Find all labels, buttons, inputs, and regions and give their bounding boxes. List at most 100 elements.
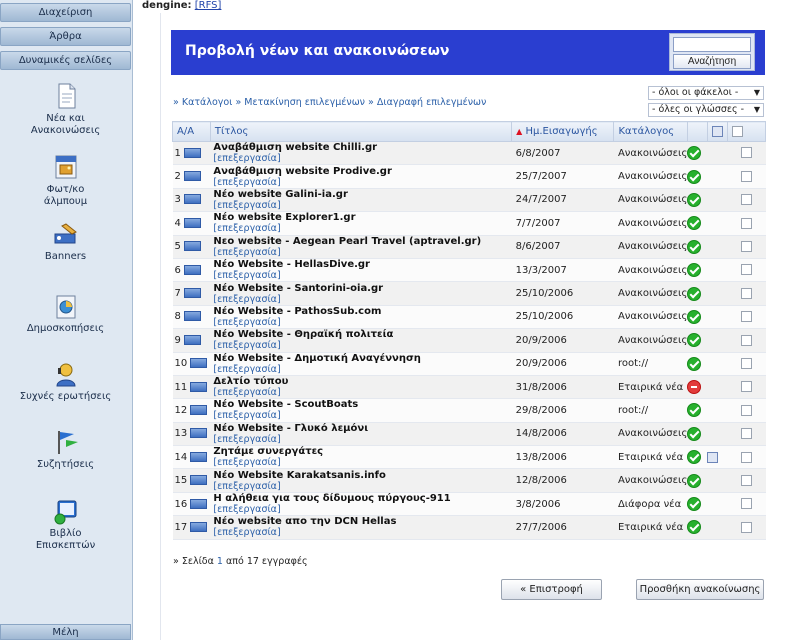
row-edit-link[interactable]: [επεξεργασία] xyxy=(213,364,511,375)
sidebar-tab-dynamic-pages[interactable]: Δυναμικές σελίδες xyxy=(0,51,131,70)
row-edit-link[interactable]: [επεξεργασία] xyxy=(213,270,511,281)
action-delete-selected-link[interactable]: Διαγραφή επιλεγμένων xyxy=(377,97,486,108)
published-check-icon[interactable] xyxy=(687,239,702,254)
row-edit-link[interactable]: [επεξεργασία] xyxy=(213,200,511,211)
row-checkbox[interactable] xyxy=(740,147,752,159)
row-checkbox[interactable] xyxy=(740,264,752,276)
published-check-icon[interactable] xyxy=(687,286,702,301)
sidebar-tab-articles[interactable]: Άρθρα xyxy=(0,27,131,46)
row-title[interactable]: Νέο Website - HellasDive.gr xyxy=(213,259,511,270)
row-title[interactable]: Αναβάθμιση website Chilli.gr xyxy=(213,142,511,153)
row-title[interactable]: Νέο Website - Γλυκό λεμόνι xyxy=(213,423,511,434)
row-checkbox[interactable] xyxy=(740,311,752,323)
row-checkbox[interactable] xyxy=(740,381,752,393)
row-title[interactable]: Δελτίο τύπου xyxy=(213,376,511,387)
row-checkbox[interactable] xyxy=(740,287,752,299)
published-check-icon[interactable] xyxy=(687,497,702,512)
column-header-title[interactable]: Τίτλος xyxy=(209,121,513,142)
published-check-icon[interactable] xyxy=(687,333,702,348)
published-check-icon[interactable] xyxy=(687,192,702,207)
column-header-num[interactable]: Α/Α xyxy=(172,121,211,142)
row-extra-cell xyxy=(707,211,728,236)
row-edit-link[interactable]: [επεξεργασία] xyxy=(213,457,511,468)
published-check-icon[interactable] xyxy=(687,356,702,371)
sidebar-tab-administration[interactable]: Διαχείριση xyxy=(0,3,131,22)
action-move-selected-link[interactable]: Μετακίνηση επιλεγμένων xyxy=(244,97,365,108)
search-input[interactable] xyxy=(673,37,751,52)
languages-select[interactable]: - όλες οι γλώσσες - ▼ xyxy=(648,103,764,117)
row-title[interactable]: Νέο website Explorer1.gr xyxy=(213,212,511,223)
row-title[interactable]: Νέο Website - PathosSub.com xyxy=(213,306,511,317)
add-announcement-button[interactable]: Προσθήκη ανακοίνωσης xyxy=(636,579,764,600)
sidebar-item-news[interactable]: Νέα και Ανακοινώσεις xyxy=(0,82,131,137)
row-checkbox[interactable] xyxy=(740,217,752,229)
row-edit-link[interactable]: [επεξεργασία] xyxy=(213,317,511,328)
sidebar-item-discussions[interactable]: Συζητήσεις xyxy=(0,428,131,471)
back-button[interactable]: « Επιστροφή xyxy=(501,579,602,600)
row-edit-link[interactable]: [επεξεργασία] xyxy=(213,387,511,398)
row-title[interactable]: Ζητάμε συνεργάτες xyxy=(213,446,511,457)
row-edit-link[interactable]: [επεξεργασία] xyxy=(213,153,511,164)
row-title[interactable]: Νέο Website - ScoutBoats xyxy=(213,399,511,410)
row-extra-cell xyxy=(707,188,728,213)
row-edit-link[interactable]: [επεξεργασία] xyxy=(213,177,511,188)
row-title[interactable]: Η αλήθεια για τους δίδυμους πύργους-911 xyxy=(213,493,511,504)
sidebar-item-polls[interactable]: Δημοσκοπήσεις xyxy=(0,292,131,335)
document-edit-icon[interactable] xyxy=(707,451,719,463)
unpublished-stop-icon[interactable] xyxy=(687,380,702,395)
sidebar-tab-members[interactable]: Μέλη xyxy=(0,624,131,640)
published-check-icon[interactable] xyxy=(687,426,702,441)
published-check-icon[interactable] xyxy=(687,263,702,278)
row-title[interactable]: Αναβάθμιση website Prodive.gr xyxy=(213,166,511,177)
row-checkbox[interactable] xyxy=(740,521,752,533)
sidebar-item-photo-album[interactable]: Φωτ/κο άλμπουμ xyxy=(0,153,131,208)
row-checkbox[interactable] xyxy=(740,404,752,416)
row-title[interactable]: Νέο Website Karakatsanis.info xyxy=(213,470,511,481)
sidebar-item-guestbook[interactable]: Βιβλίο Επισκεπτών xyxy=(0,497,131,552)
action-catalogs-link[interactable]: Κατάλογοι xyxy=(182,97,233,108)
row-edit-link[interactable]: [επεξεργασία] xyxy=(213,294,511,305)
row-edit-link[interactable]: [επεξεργασία] xyxy=(213,340,511,351)
table-row: 6 Νέο Website - HellasDive.gr [επεξεργασία… xyxy=(172,258,766,283)
row-checkbox[interactable] xyxy=(740,194,752,206)
row-edit-link[interactable]: [επεξεργασία] xyxy=(213,527,511,538)
row-edit-link[interactable]: [επεξεργασία] xyxy=(213,481,511,492)
pager-page-link[interactable]: 1 xyxy=(217,556,223,567)
row-edit-link[interactable]: [επεξεργασία] xyxy=(213,504,511,515)
row-edit-link[interactable]: [επεξεργασία] xyxy=(213,434,511,445)
row-checkbox[interactable] xyxy=(740,241,752,252)
row-title[interactable]: Νέο website απο την DCN Hellas xyxy=(213,516,511,527)
folders-select[interactable]: - όλοι οι φάκελοι - ▼ xyxy=(648,86,764,100)
topline-link[interactable]: [RFS] xyxy=(195,0,222,11)
row-title[interactable]: Νέο Website - Θηραϊκή πολιτεία xyxy=(213,329,511,340)
row-checkbox[interactable] xyxy=(740,357,752,369)
published-check-icon[interactable] xyxy=(687,450,702,465)
row-title[interactable]: Νέο website Galini-ia.gr xyxy=(213,189,511,200)
row-title[interactable]: Νεο website - Aegean Pearl Travel (aptra… xyxy=(213,236,511,247)
select-all-checkbox[interactable] xyxy=(731,125,743,137)
row-checkbox[interactable] xyxy=(740,474,752,486)
published-check-icon[interactable] xyxy=(687,473,702,488)
published-check-icon[interactable] xyxy=(687,520,702,535)
published-check-icon[interactable] xyxy=(687,309,702,324)
row-edit-link[interactable]: [επεξεργασία] xyxy=(213,247,511,258)
row-checkbox[interactable] xyxy=(740,334,752,346)
row-title[interactable]: Νέο Website - Δημοτική Αναγέννηση xyxy=(213,353,511,364)
row-checkbox[interactable] xyxy=(740,428,752,440)
row-edit-link[interactable]: [επεξεργασία] xyxy=(213,410,511,421)
published-check-icon[interactable] xyxy=(687,146,702,161)
sidebar-item-label: Νέα και xyxy=(46,113,85,124)
published-check-icon[interactable] xyxy=(687,403,702,418)
row-checkbox[interactable] xyxy=(740,498,752,510)
column-header-category[interactable]: Κατάλογος xyxy=(613,121,688,142)
published-check-icon[interactable] xyxy=(687,169,702,184)
row-title[interactable]: Νέο Website - Santorini-oia.gr xyxy=(213,283,511,294)
column-header-date[interactable]: ▲ Ημ.Εισαγωγής xyxy=(511,121,615,142)
row-checkbox[interactable] xyxy=(740,170,752,182)
row-checkbox[interactable] xyxy=(740,451,752,463)
search-button[interactable]: Αναζήτηση xyxy=(673,54,751,69)
sidebar-item-banners[interactable]: Banners xyxy=(0,220,131,263)
published-check-icon[interactable] xyxy=(687,216,702,231)
sidebar-item-faq[interactable]: Συχνές ερωτήσεις xyxy=(0,360,131,403)
row-edit-link[interactable]: [επεξεργασία] xyxy=(213,223,511,234)
